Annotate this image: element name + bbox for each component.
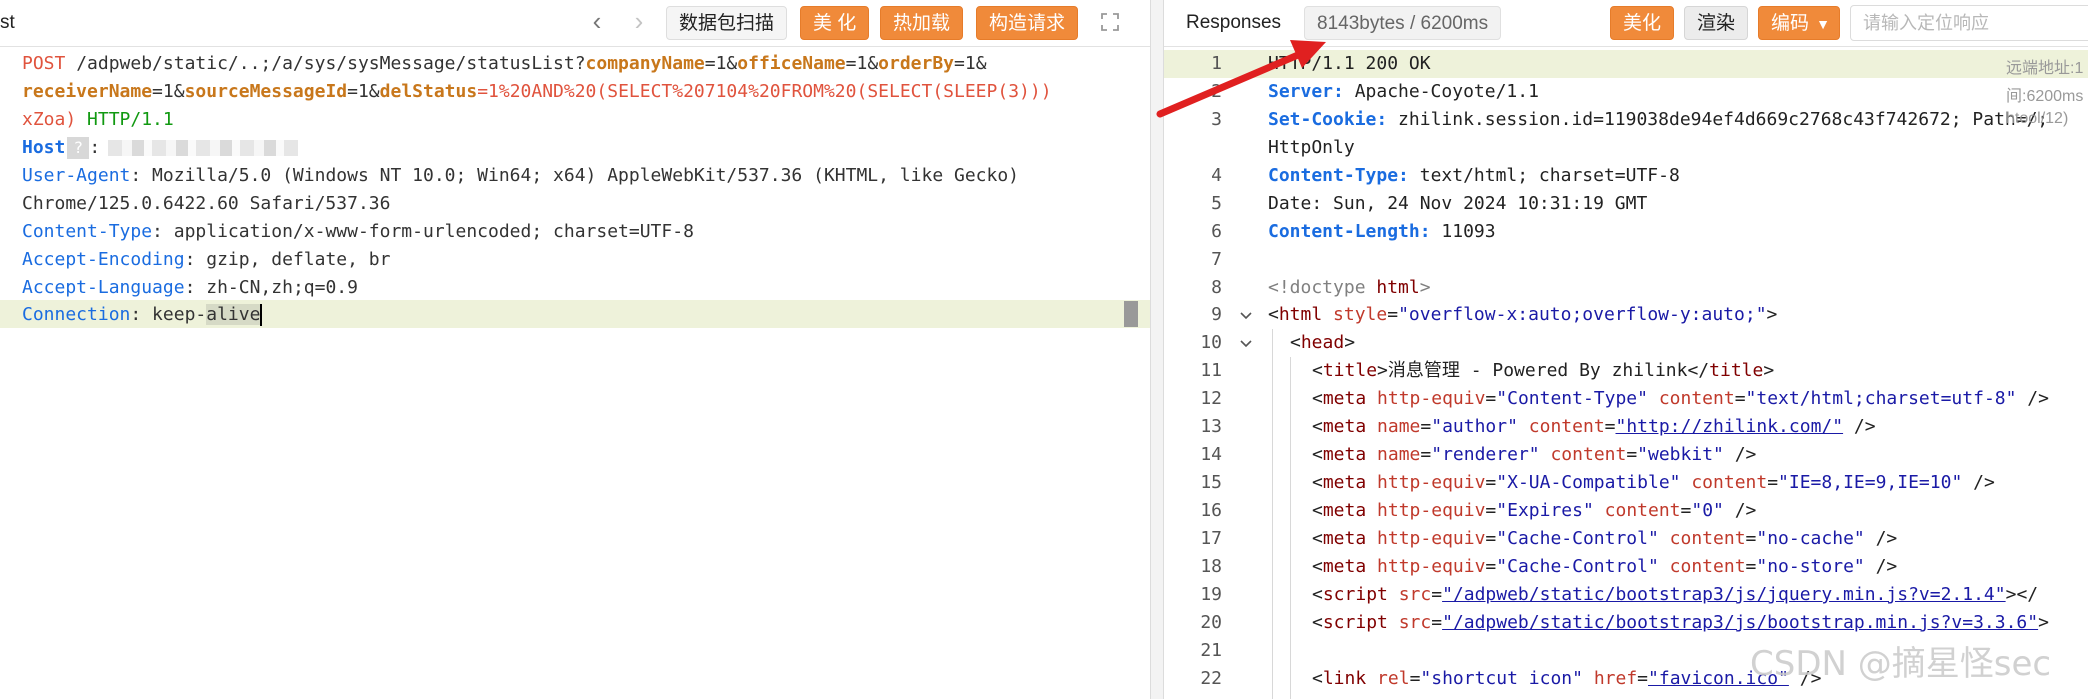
watermark: CSDN @摘星怪sec — [1750, 644, 2052, 684]
request-ct-line: Content-Type: application/x-www-form-url… — [22, 221, 694, 242]
server-note: htool/12) — [2006, 110, 2069, 127]
request-title: st — [0, 12, 15, 33]
resp-line-2: Server: Apache-Coyote/1.1 — [1268, 81, 1539, 102]
line-number: 13 — [1200, 416, 1222, 437]
line-number: 6 — [1211, 221, 1222, 242]
request-line-3: xZoa) HTTP/1.1 — [22, 109, 174, 130]
request-al-line: Accept-Language: zh-CN,zh;q=0.9 — [22, 277, 358, 298]
resp-line-11: <title>消息管理 - Powered By zhilink</title> — [1312, 360, 1775, 381]
line-number: 4 — [1211, 165, 1222, 186]
line-number: 8 — [1211, 277, 1222, 298]
beautify-response-button[interactable]: 美化 — [1610, 6, 1675, 40]
resp-line-3-cont: HttpOnly — [1268, 137, 1355, 158]
resp-line-3: Set-Cookie: zhilink.session.id=119038de9… — [1268, 109, 2049, 130]
fold-chevron-icon[interactable] — [1238, 307, 1254, 323]
pane-splitter[interactable] — [1150, 0, 1164, 699]
line-number: 15 — [1200, 472, 1222, 493]
encoding-label: 编码 — [1771, 13, 1810, 34]
hot-load-button[interactable]: 热加载 — [880, 6, 964, 40]
resp-line-1: HTTP/1.1 200 OK — [1268, 53, 1431, 74]
text-cursor — [260, 304, 263, 326]
indent-guide — [1272, 329, 1273, 699]
nav-back-icon[interactable]: ‹ — [586, 8, 608, 34]
render-button[interactable]: 渲染 — [1684, 6, 1749, 40]
request-host-line: Host?: — [22, 134, 299, 162]
line-number: 17 — [1200, 528, 1222, 549]
chevron-down-icon: ▼ — [1816, 16, 1831, 32]
resp-line-9: <html style="overflow-x:auto;overflow-y:… — [1268, 304, 1778, 325]
resp-line-8: <!doctype html> — [1268, 277, 1431, 298]
line-number: 16 — [1200, 500, 1222, 521]
resp-line-20: <script src="/adpweb/static/bootstrap3/j… — [1312, 612, 2049, 633]
line-number: 12 — [1200, 388, 1222, 409]
fold-chevron-icon[interactable] — [1238, 335, 1254, 351]
request-ua-line-cont: Chrome/125.0.6422.60 Safari/537.36 — [22, 193, 391, 214]
request-line-1: POST /adpweb/static/..;/a/sys/sysMessage… — [22, 53, 987, 74]
response-time-note: 间:6200ms — [2006, 88, 2084, 105]
resp-line-10: <head> — [1290, 332, 1356, 353]
resp-line-6: Content-Length: 11093 — [1268, 221, 1496, 242]
request-scrollbar-thumb[interactable] — [1124, 301, 1138, 327]
nav-forward-icon[interactable]: › — [628, 8, 650, 34]
resp-line-17: <meta http-equiv="Cache-Control" content… — [1312, 528, 1898, 549]
resp-line-5: Date: Sun, 24 Nov 2024 10:31:19 GMT — [1268, 193, 1648, 214]
line-number: 7 — [1211, 249, 1222, 270]
resp-line-4: Content-Type: text/html; charset=UTF-8 — [1268, 165, 1680, 186]
indent-guide — [1290, 357, 1291, 699]
resp-line-13: <meta name="author" content="http://zhil… — [1312, 416, 1876, 437]
resp-line-22: <link rel="shortcut icon" href="favicon.… — [1312, 668, 1822, 689]
fullscreen-icon[interactable] — [1100, 12, 1120, 32]
line-number: 14 — [1200, 444, 1222, 465]
line-number: 3 — [1211, 109, 1222, 130]
encoding-dropdown[interactable]: 编码 ▼ — [1758, 6, 1841, 40]
resp-line-14: <meta name="renderer" content="webkit" /… — [1312, 444, 1757, 465]
host-help-icon: ? — [67, 137, 90, 159]
line-number: 9 — [1211, 304, 1222, 325]
line-number: 19 — [1200, 584, 1222, 605]
line-number: 2 — [1211, 81, 1222, 102]
resp-line-12: <meta http-equiv="Content-Type" content=… — [1312, 388, 2049, 409]
resp-line-16: <meta http-equiv="Expires" content="0" /… — [1312, 500, 1757, 521]
host-redacted-value — [108, 140, 299, 156]
request-ae-line: Accept-Encoding: gzip, deflate, br — [22, 249, 391, 270]
resp-line-18: <meta http-equiv="Cache-Control" content… — [1312, 556, 1898, 577]
line-number: 5 — [1211, 193, 1222, 214]
resp-line-15: <meta http-equiv="X-UA-Compatible" conte… — [1312, 472, 1995, 493]
response-stats: 8143bytes / 6200ms — [1304, 6, 1502, 40]
packet-scan-button[interactable]: 数据包扫描 — [666, 6, 788, 40]
resp-line-19: <script src="/adpweb/static/bootstrap3/j… — [1312, 584, 2039, 605]
request-line-2: receiverName=1&sourceMessageId=1&delStat… — [22, 81, 1052, 102]
line-number: 11 — [1200, 360, 1222, 381]
locate-response-input[interactable] — [1850, 5, 2088, 41]
request-conn-line: Connection: keep-alive — [22, 304, 263, 326]
line-number: 21 — [1200, 640, 1222, 661]
line-number: 1 — [1211, 53, 1222, 74]
beautify-request-button[interactable]: 美 化 — [800, 6, 870, 40]
construct-request-button[interactable]: 构造请求 — [976, 6, 1079, 40]
responses-title: Responses — [1186, 12, 1282, 33]
line-number: 18 — [1200, 556, 1222, 577]
line-number: 22 — [1200, 668, 1222, 689]
line-number: 20 — [1200, 612, 1222, 633]
response-toolbar: Responses 8143bytes / 6200ms 美化 渲染 编码 ▼ — [1164, 0, 2088, 47]
remote-address-note: 远端地址:1 — [2006, 54, 2084, 78]
request-ua-line: User-Agent: Mozilla/5.0 (Windows NT 10.0… — [22, 165, 1020, 186]
request-pane: st ‹ › 数据包扫描 美 化 热加载 构造请求 POST /adpweb/s… — [0, 0, 1150, 699]
response-pane: Responses 8143bytes / 6200ms 美化 渲染 编码 ▼ 1… — [1164, 0, 2088, 699]
line-number: 10 — [1200, 332, 1222, 353]
request-toolbar: st ‹ › 数据包扫描 美 化 热加载 构造请求 — [0, 0, 1150, 47]
